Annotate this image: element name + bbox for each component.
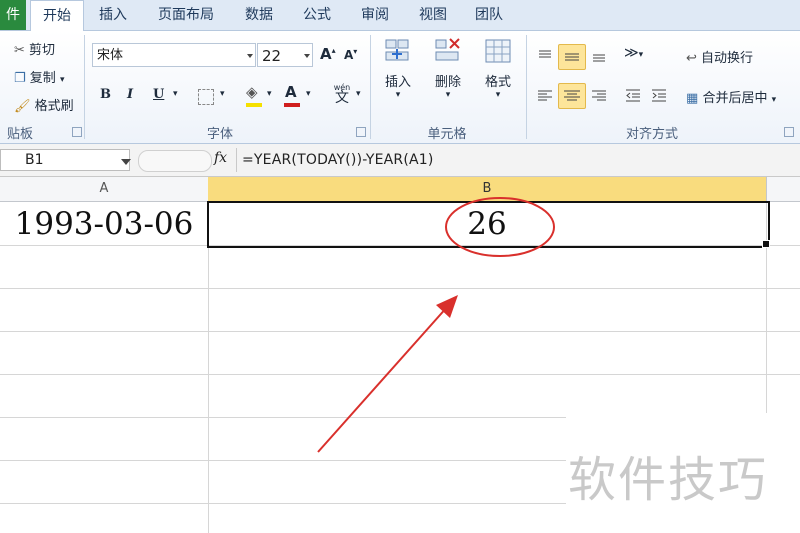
annotation-overlay bbox=[317, 197, 555, 453]
annotation-arrow-line bbox=[317, 305, 449, 453]
highlight-ellipse bbox=[445, 197, 555, 257]
